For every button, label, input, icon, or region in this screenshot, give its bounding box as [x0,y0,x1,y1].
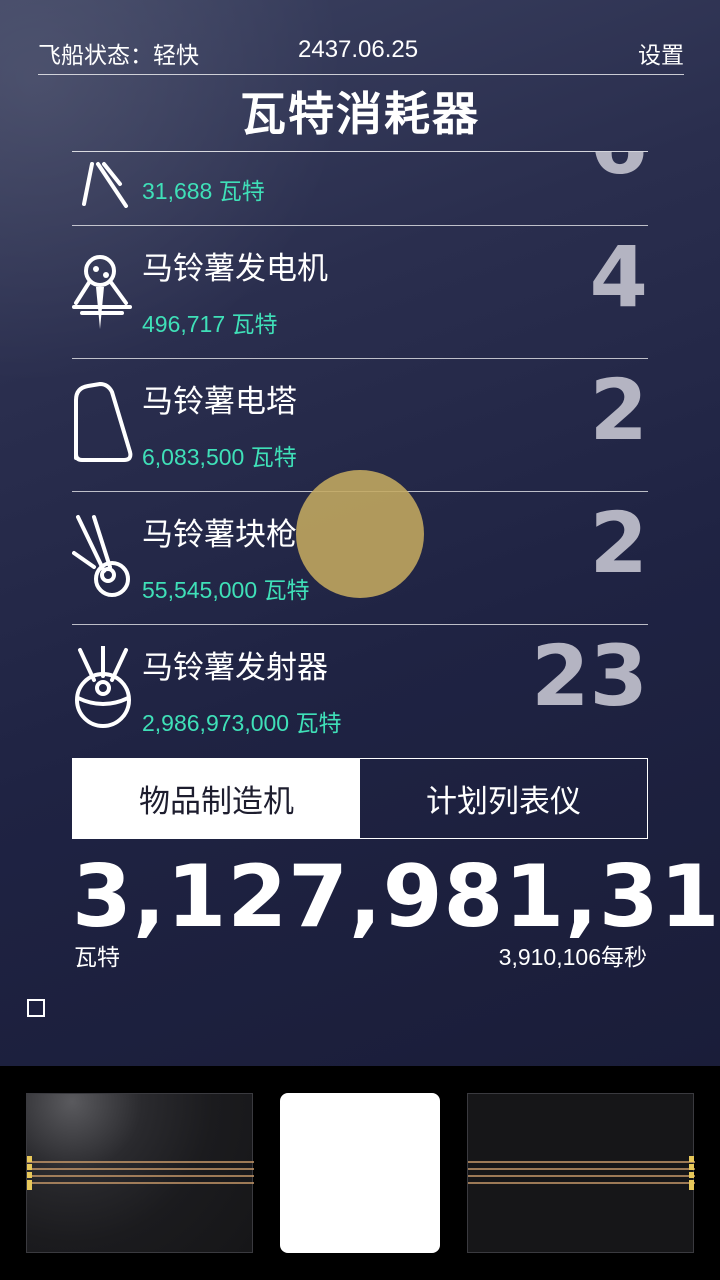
settings-button[interactable]: 设置 [638,36,684,70]
item-watts: 2,986,973,000 瓦特 [142,710,342,737]
string-lines-icon [27,1156,254,1190]
tab-plan-list[interactable]: 计划列表仪 [360,759,647,838]
right-panel-thumbnail[interactable] [467,1093,695,1253]
game-screen: 飞船状态：轻快 2437.06.25 设置 瓦特消耗器 31,688 瓦特 6 [0,0,720,1066]
center-panel-thumbnail[interactable] [280,1093,440,1253]
ship-status: 飞船状态：轻快 [38,43,199,69]
tower-icon [74,382,133,462]
list-item-potato-launcher[interactable]: 马铃薯发射器 2,986,973,000 瓦特 23 [72,624,648,745]
string-lines-icon [468,1156,695,1190]
item-watts: 31,688 瓦特 [142,178,265,205]
item-count: 6 [590,152,648,186]
item-name: 马铃薯电塔 [142,384,297,420]
list-item-potato-generator[interactable]: 马铃薯发电机 496,717 瓦特 4 [72,225,648,359]
item-count: 23 [531,627,648,725]
antenna-icon [82,162,128,208]
tab-bar: 物品制造机 计划列表仪 [72,758,648,839]
status-bar: 飞船状态：轻快 2437.06.25 设置 [38,36,684,75]
item-name: 马铃薯发射器 [142,650,328,686]
total-watts: 3,127,981,312 [72,847,720,947]
consumer-list[interactable]: 31,688 瓦特 6 马铃薯发电机 496,717 瓦特 4 [72,152,648,745]
game-date: 2437.06.25 [298,36,419,63]
list-item-antenna[interactable]: 31,688 瓦特 6 [72,152,648,226]
tab-item-maker[interactable]: 物品制造机 [73,759,360,838]
launcher-icon [75,646,131,728]
item-watts: 55,545,000 瓦特 [142,577,310,604]
touch-indicator [296,470,424,598]
toggle-checkbox[interactable] [27,999,45,1017]
item-count: 2 [589,494,648,592]
watts-per-second: 3,910,106每秒 [498,944,647,971]
total-unit: 瓦特 [74,945,120,971]
gun-icon [72,515,130,597]
item-count: 2 [589,361,648,459]
item-name: 马铃薯块枪 [142,517,297,553]
item-count: 4 [589,228,648,326]
item-watts: 496,717 瓦特 [142,311,278,338]
item-watts: 6,083,500 瓦特 [142,444,297,471]
page-title: 瓦特消耗器 [240,87,480,141]
generator-icon [72,255,132,329]
left-panel-thumbnail[interactable] [26,1093,254,1253]
item-name: 马铃薯发电机 [142,251,328,287]
